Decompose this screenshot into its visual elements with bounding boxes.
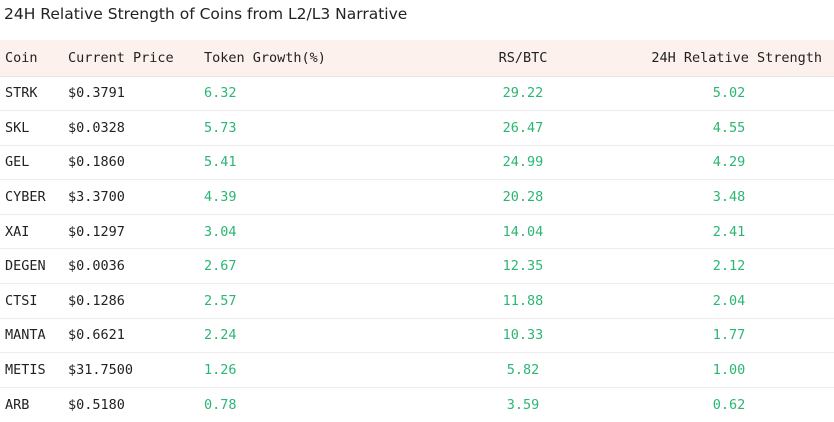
cell-token-growth: 5.41: [204, 145, 422, 181]
table-body: STRK $0.3791 6.32 29.22 5.02 SKL $0.0328…: [0, 76, 834, 422]
cell-token-growth: 4.39: [204, 179, 422, 215]
cell-rs-btc: 26.47: [422, 110, 624, 146]
cell-relative-strength: 2.41: [624, 214, 834, 250]
column-header-coin[interactable]: Coin: [0, 40, 68, 77]
table-header-row: Coin Current Price Token Growth(%) RS/BT…: [0, 40, 834, 77]
cell-coin: MANTA: [0, 318, 68, 354]
cell-coin: DEGEN: [0, 248, 68, 285]
cell-rs-btc: 14.04: [422, 214, 624, 250]
cell-rs-btc: 12.35: [422, 248, 624, 285]
cell-rs-btc: 29.22: [422, 76, 624, 112]
cell-relative-strength: 5.02: [624, 76, 834, 112]
cell-coin: SKL: [0, 110, 68, 146]
relative-strength-table: Coin Current Price Token Growth(%) RS/BT…: [0, 40, 834, 422]
column-header-token-growth[interactable]: Token Growth(%): [204, 40, 422, 77]
table-row: CTSI $0.1286 2.57 11.88 2.04: [0, 283, 834, 319]
cell-current-price: $0.6621: [68, 318, 204, 354]
cell-coin: GEL: [0, 145, 68, 181]
cell-current-price: $0.1297: [68, 214, 204, 250]
cell-token-growth: 5.73: [204, 110, 422, 146]
cell-relative-strength: 1.77: [624, 318, 834, 354]
cell-relative-strength: 2.12: [624, 248, 834, 285]
column-header-current-price[interactable]: Current Price: [68, 40, 204, 77]
table-row: XAI $0.1297 3.04 14.04 2.41: [0, 214, 834, 250]
cell-current-price: $3.3700: [68, 179, 204, 215]
table-row: STRK $0.3791 6.32 29.22 5.02: [0, 76, 834, 112]
cell-coin: CTSI: [0, 283, 68, 319]
cell-token-growth: 3.04: [204, 214, 422, 250]
cell-rs-btc: 3.59: [506, 396, 540, 413]
cell-relative-strength: 1.00: [624, 352, 834, 388]
table-row: ARB $0.5180 0.78 3.59 0.62: [0, 387, 834, 422]
cell-relative-strength: 4.55: [624, 110, 834, 146]
cell-rs-btc: 11.88: [422, 283, 624, 319]
table-row: SKL $0.0328 5.73 26.47 4.55: [0, 110, 834, 146]
cell-current-price: $0.0036: [68, 248, 204, 285]
cell-token-growth: 0.78: [204, 396, 237, 413]
cell-current-price: $0.0328: [68, 110, 204, 146]
table-row: MANTA $0.6621 2.24 10.33 1.77: [0, 318, 834, 354]
column-header-relative-strength[interactable]: 24H Relative Strength: [624, 40, 834, 77]
cell-coin: METIS: [0, 352, 68, 388]
cell-coin: CYBER: [0, 179, 68, 215]
cell-coin: ARB: [5, 396, 30, 413]
cell-current-price: $0.1860: [68, 145, 204, 181]
cell-rs-btc: 5.82: [422, 352, 624, 388]
table-row: METIS $31.7500 1.26 5.82 1.00: [0, 352, 834, 388]
page-title: 24H Relative Strength of Coins from L2/L…: [4, 5, 408, 23]
table-row: GEL $0.1860 5.41 24.99 4.29: [0, 145, 834, 181]
table-row: DEGEN $0.0036 2.67 12.35 2.12: [0, 248, 834, 285]
cell-current-price: $0.3791: [68, 76, 204, 112]
table-row: CYBER $3.3700 4.39 20.28 3.48: [0, 179, 834, 215]
cell-token-growth: 1.26: [204, 352, 422, 388]
cell-relative-strength: 4.29: [624, 145, 834, 181]
cell-current-price: $0.5180: [68, 396, 125, 413]
cell-relative-strength: 2.04: [624, 283, 834, 319]
cell-coin: STRK: [0, 76, 68, 112]
cell-token-growth: 2.67: [204, 248, 422, 285]
cell-rs-btc: 20.28: [422, 179, 624, 215]
cell-token-growth: 6.32: [204, 76, 422, 112]
cell-current-price: $31.7500: [68, 352, 204, 388]
cell-token-growth: 2.57: [204, 283, 422, 319]
cell-relative-strength: 3.48: [624, 179, 834, 215]
cell-relative-strength: 0.62: [712, 396, 746, 413]
cell-current-price: $0.1286: [68, 283, 204, 319]
cell-rs-btc: 10.33: [422, 318, 624, 354]
cell-coin: XAI: [0, 214, 68, 250]
cell-rs-btc: 24.99: [422, 145, 624, 181]
column-header-rs-btc[interactable]: RS/BTC: [422, 40, 624, 77]
cell-token-growth: 2.24: [204, 318, 422, 354]
